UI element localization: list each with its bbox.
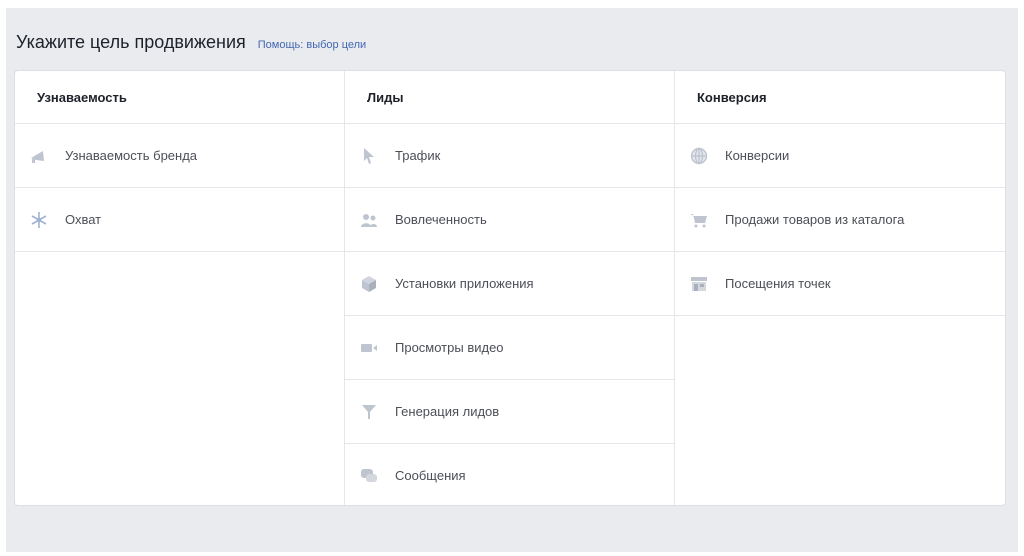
cart-icon <box>687 208 711 232</box>
objective-label: Конверсии <box>725 148 790 163</box>
objective-label: Вовлеченность <box>395 212 487 227</box>
globe-icon <box>687 144 711 168</box>
column-header: Лиды <box>345 71 674 124</box>
column-awareness: Узнаваемость Узнаваемость бренда Охват <box>15 71 345 505</box>
store-icon <box>687 272 711 296</box>
objective-engagement[interactable]: Вовлеченность <box>345 188 674 252</box>
objective-label: Посещения точек <box>725 276 831 291</box>
objective-lead-generation[interactable]: Генерация лидов <box>345 380 674 444</box>
cube-icon <box>357 272 381 296</box>
column-header: Узнаваемость <box>15 71 344 124</box>
objective-app-installs[interactable]: Установки приложения <box>345 252 674 316</box>
objective-label: Просмотры видео <box>395 340 504 355</box>
cursor-icon <box>357 144 381 168</box>
objective-traffic[interactable]: Трафик <box>345 124 674 188</box>
column-header: Конверсия <box>675 71 1005 124</box>
objective-label: Продажи товаров из каталога <box>725 212 905 227</box>
objective-label: Генерация лидов <box>395 404 500 419</box>
snowflake-icon <box>27 208 51 232</box>
page-background: Укажите цель продвижения Помощь: выбор ц… <box>6 8 1018 552</box>
objective-label: Узнаваемость бренда <box>65 148 198 163</box>
page-title: Укажите цель продвижения <box>16 32 246 52</box>
objective-conversions[interactable]: Конверсии <box>675 124 1005 188</box>
people-icon <box>357 208 381 232</box>
objective-reach[interactable]: Охват <box>15 188 344 252</box>
chat-bubbles-icon <box>357 464 381 488</box>
objective-messages[interactable]: Сообщения <box>345 444 674 505</box>
objective-store-visits[interactable]: Посещения точек <box>675 252 1005 316</box>
help-link[interactable]: Помощь: выбор цели <box>258 39 366 51</box>
objective-label: Сообщения <box>395 468 466 483</box>
header: Укажите цель продвижения Помощь: выбор ц… <box>16 32 366 56</box>
objective-video-views[interactable]: Просмотры видео <box>345 316 674 380</box>
objective-label: Охват <box>65 212 102 227</box>
objective-brand-awareness[interactable]: Узнаваемость бренда <box>15 124 344 188</box>
video-camera-icon <box>357 336 381 360</box>
objective-label: Установки приложения <box>395 276 534 291</box>
objective-label: Трафик <box>395 148 441 163</box>
funnel-icon <box>357 400 381 424</box>
megaphone-icon <box>27 144 51 168</box>
objectives-panel: Узнаваемость Узнаваемость бренда Охват Л… <box>14 70 1006 506</box>
objective-catalog-sales[interactable]: Продажи товаров из каталога <box>675 188 1005 252</box>
column-leads: Лиды Трафик Вовлеченность Установки прил… <box>345 71 675 505</box>
column-conversion: Конверсия Конверсии Продажи товаров из к… <box>675 71 1005 505</box>
